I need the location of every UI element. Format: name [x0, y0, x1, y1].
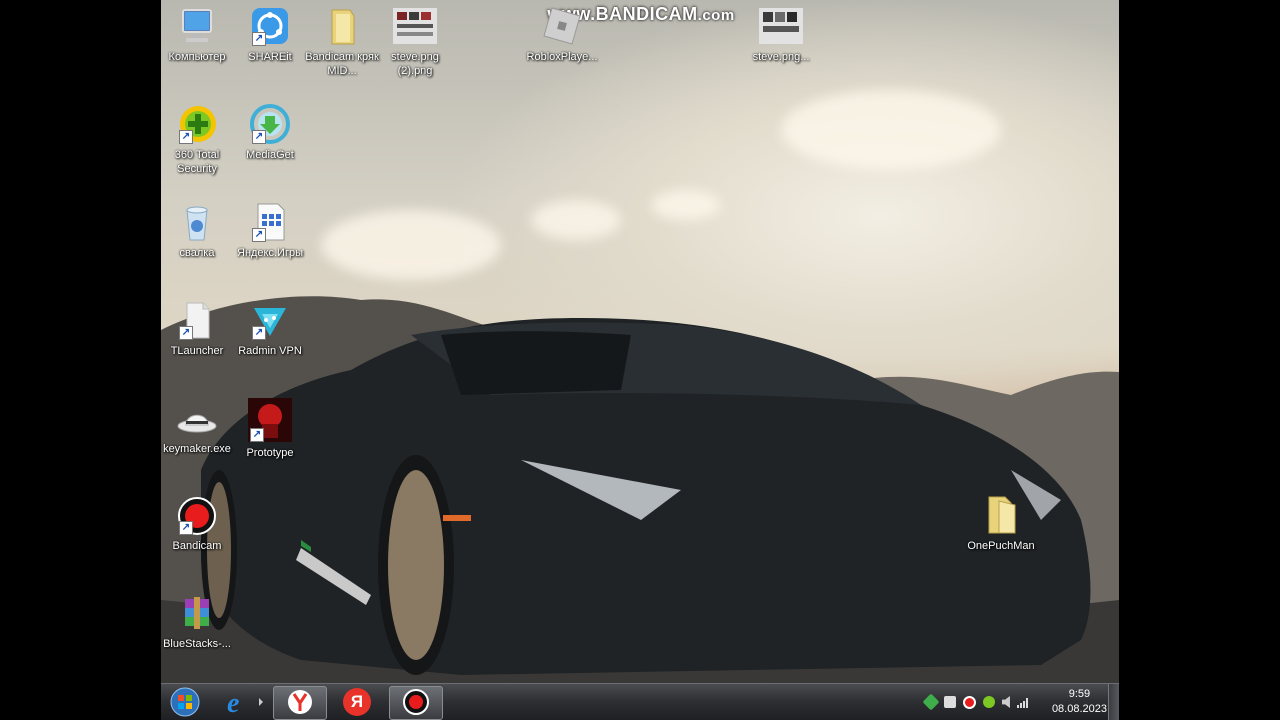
tlauncher-icon[interactable]: ↗ TLauncher	[161, 300, 237, 358]
volume-icon[interactable]	[1001, 696, 1010, 708]
onepuchman-folder-icon[interactable]: OnePuchMan	[961, 495, 1041, 553]
record-icon	[403, 689, 429, 715]
keymaker-icon[interactable]: keymaker.exe	[161, 398, 237, 456]
bandicam-crack-folder-icon[interactable]: Bandicam кряк MID...	[302, 6, 382, 78]
taskbar: e Я 9:59 08.08.2023	[161, 683, 1119, 720]
bandicam-tray-icon[interactable]	[962, 695, 976, 709]
yandex-icon: Я	[343, 688, 371, 716]
taskbar-yandex[interactable]: Я	[331, 686, 383, 718]
shortcut-arrow-icon: ↗	[252, 32, 266, 46]
image-thumbnail-icon	[393, 8, 437, 44]
image-thumbnail-icon	[759, 8, 803, 44]
network-signal-icon[interactable]	[1016, 696, 1031, 708]
internet-explorer-icon: e	[227, 688, 263, 719]
bandicam-icon[interactable]: ↗ Bandicam	[161, 495, 237, 553]
hat-icon	[177, 414, 217, 433]
start-button[interactable]	[165, 686, 205, 718]
shortcut-arrow-icon: ↗	[179, 130, 193, 144]
monitor-icon	[182, 9, 212, 42]
yandex-browser-icon	[288, 690, 312, 714]
radmin-vpn-icon[interactable]: ↗ Radmin VPN	[230, 300, 310, 358]
clock-date: 08.08.2023	[1051, 703, 1107, 715]
show-desktop-button[interactable]	[1108, 684, 1119, 720]
roblox-logo-icon	[543, 7, 581, 45]
windows-logo-icon	[170, 687, 200, 717]
keyboard-layout-icon[interactable]	[943, 696, 956, 708]
archive-books-icon	[185, 597, 209, 629]
steve-png-icon[interactable]: steve.png...	[741, 6, 821, 64]
svg-text:e: e	[227, 688, 239, 718]
bluestacks-icon[interactable]: BlueStacks-...	[161, 593, 237, 651]
taskbar-yandex-browser[interactable]	[273, 686, 327, 720]
folder-icon	[988, 496, 1016, 534]
taskbar-clock[interactable]: 9:59 08.08.2023	[1052, 687, 1107, 717]
system-tray: 9:59 08.08.2023	[922, 684, 1107, 720]
shortcut-arrow-icon: ↗	[179, 326, 193, 340]
security-tray-icon[interactable]	[982, 696, 995, 708]
roblox-player-icon[interactable]: RobloxPlaye...	[522, 6, 602, 64]
mediaget-icon[interactable]: ↗ MediaGet	[230, 104, 310, 162]
recycle-bin-icon[interactable]: свалка	[161, 202, 237, 260]
shortcut-arrow-icon: ↗	[252, 326, 266, 340]
computer-icon[interactable]: Компьютер	[161, 6, 237, 64]
taskbar-bandicam[interactable]	[389, 686, 443, 720]
shortcut-arrow-icon: ↗	[179, 521, 193, 535]
shortcut-arrow-icon: ↗	[250, 428, 264, 442]
360-total-security-icon[interactable]: ↗ 360 Total Security	[161, 104, 237, 176]
prototype-icon[interactable]: ↗ Prototype	[230, 398, 310, 460]
desktop[interactable]: www.BANDICAM.com Компьютер ↗ 360 Total S…	[161, 0, 1119, 720]
shareit-icon[interactable]: ↗ SHAREit	[230, 6, 310, 64]
shortcut-arrow-icon: ↗	[252, 228, 266, 242]
folder-icon	[331, 9, 355, 45]
yandex-games-icon[interactable]: ↗ Яндекс.Игры	[230, 202, 310, 260]
shortcut-arrow-icon: ↗	[252, 130, 266, 144]
steve-png-2-icon[interactable]: steve.png (2).png	[375, 6, 455, 78]
taskbar-internet-explorer[interactable]: e	[217, 686, 267, 719]
trash-bin-icon	[186, 206, 208, 241]
tray-app-icon[interactable]	[922, 693, 940, 711]
clock-time: 9:59	[1068, 688, 1091, 700]
